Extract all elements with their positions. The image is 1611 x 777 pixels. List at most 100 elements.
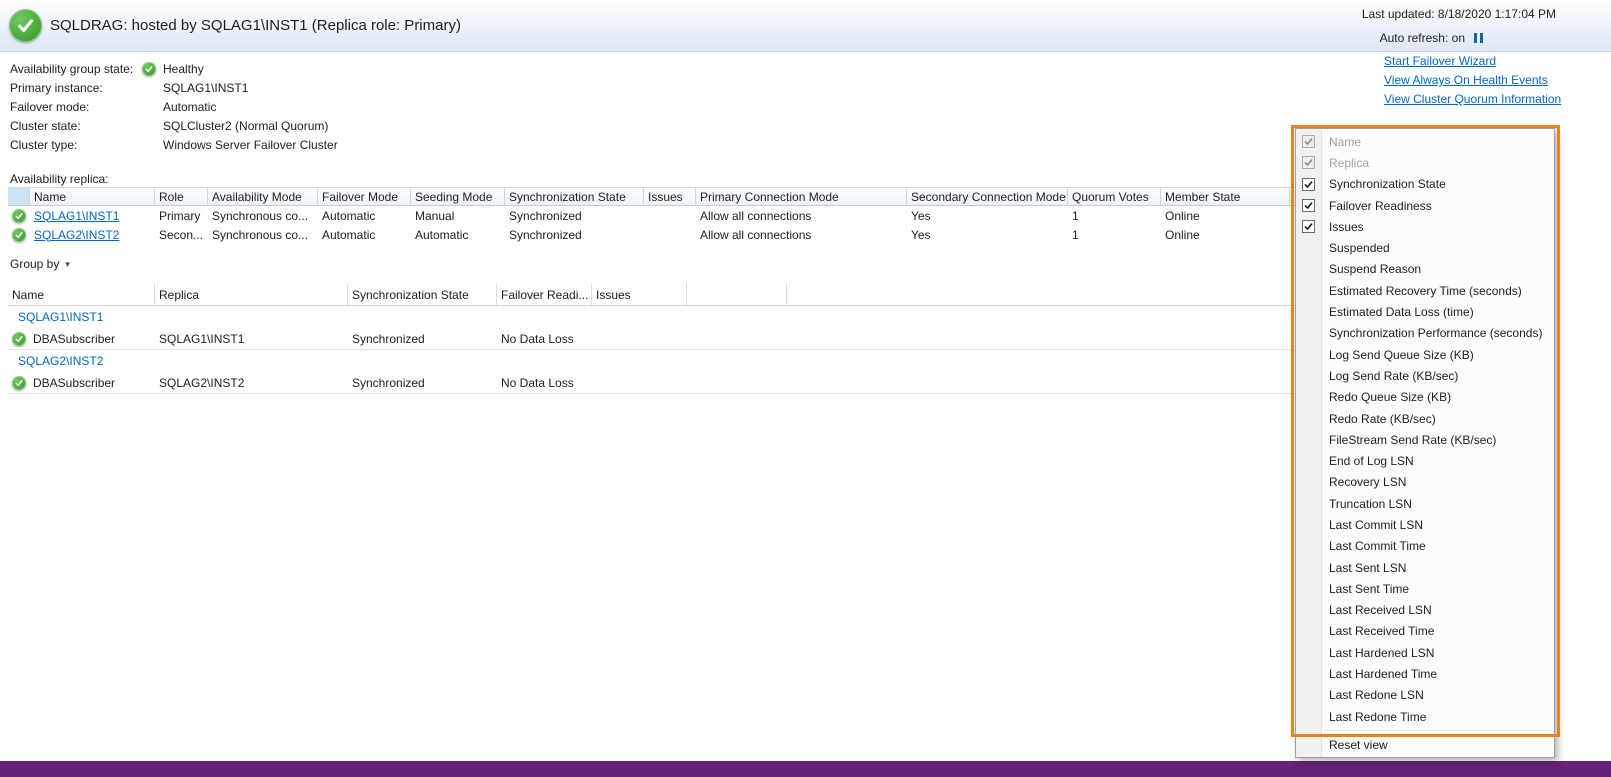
menu-item[interactable]: Truncation LSN <box>1296 493 1554 514</box>
menu-item[interactable]: Synchronization State <box>1296 174 1554 195</box>
table-cell <box>592 372 687 393</box>
menu-item[interactable]: Replica <box>1296 152 1554 173</box>
table-cell: Manual <box>415 208 455 223</box>
replica-row: SQLAG1\INST1 Primary Synchronous co... Auto… <box>8 206 1348 225</box>
menu-item[interactable]: Last Hardened Time <box>1296 663 1554 684</box>
db-table-header-row: Name Replica Synchronization State Failover… <box>8 283 1348 306</box>
pause-icon[interactable] <box>1474 33 1483 43</box>
table-cell <box>687 328 787 349</box>
summary-value: SQLAG1\INST1 <box>163 81 248 95</box>
replica-group-link[interactable]: SQLAG2\INST2 <box>18 354 103 368</box>
column-header[interactable]: Issues <box>592 283 687 305</box>
menu-item-label: Name <box>1329 134 1362 149</box>
menu-item[interactable]: Last Redone Time <box>1296 706 1554 727</box>
replica-name-link[interactable]: SQLAG1\INST1 <box>34 209 119 223</box>
menu-item[interactable]: Redo Rate (KB/sec) <box>1296 408 1554 429</box>
column-header[interactable]: Issues <box>644 188 696 205</box>
menu-item-label: Last Hardened LSN <box>1329 645 1435 660</box>
action-link[interactable]: View Cluster Quorum Information <box>1384 90 1561 109</box>
auto-refresh-label: Auto refresh: on <box>1379 31 1465 45</box>
table-cell: Yes <box>911 208 931 223</box>
menu-item-label: Last Commit Time <box>1329 539 1426 554</box>
menu-item[interactable]: Suspend Reason <box>1296 259 1554 280</box>
action-link[interactable]: View Always On Health Events <box>1384 71 1561 90</box>
column-header[interactable]: Synchronization State <box>505 188 644 205</box>
table-cell: 1 <box>1072 208 1079 223</box>
column-header[interactable]: Failover Readi... <box>497 283 592 305</box>
menu-item[interactable]: Last Hardened LSN <box>1296 642 1554 663</box>
summary-label: Cluster state: <box>10 118 81 133</box>
menu-item-label: Last Sent LSN <box>1329 560 1407 575</box>
checkbox <box>1302 177 1315 191</box>
summary-value: Healthy <box>142 61 204 76</box>
menu-item-label: FileStream Send Rate (KB/sec) <box>1329 432 1497 447</box>
database-name: DBASubscriber <box>33 331 116 346</box>
table-cell: Synchronous co... <box>212 208 309 223</box>
replica-status-cell <box>8 225 30 244</box>
action-link[interactable]: Start Failover Wizard <box>1384 52 1561 71</box>
column-header[interactable]: Seeding Mode <box>411 188 505 205</box>
menu-item[interactable]: Last Sent LSN <box>1296 557 1554 578</box>
menu-item[interactable]: Issues <box>1296 216 1554 237</box>
menu-item-label: Estimated Recovery Time (seconds) <box>1329 283 1522 298</box>
menu-item[interactable]: Name <box>1296 131 1554 152</box>
checkbox-slot <box>1302 135 1315 149</box>
menu-item-label: Redo Rate (KB/sec) <box>1329 411 1436 426</box>
column-header[interactable]: Name <box>30 188 155 205</box>
menu-item-label: Suspended <box>1329 241 1390 256</box>
healthy-check-icon <box>142 61 156 76</box>
menu-item-label: Last Commit LSN <box>1329 517 1424 532</box>
column-header[interactable]: Synchronization State <box>348 283 497 305</box>
menu-item[interactable]: Last Received Time <box>1296 621 1554 642</box>
table-cell: Automatic <box>322 227 376 242</box>
menu-item[interactable]: Recovery LSN <box>1296 472 1554 493</box>
menu-item-label: Recovery LSN <box>1329 475 1407 490</box>
menu-item[interactable]: Last Sent Time <box>1296 578 1554 599</box>
menu-item-label: Last Received Time <box>1329 624 1435 639</box>
menu-item-label: Truncation LSN <box>1329 496 1412 511</box>
replica-table-header-row: Name Role Availability Mode Failover Mode Se… <box>8 187 1348 206</box>
menu-item-label: Issues <box>1329 219 1364 234</box>
group-by-button[interactable]: Group by ▾ <box>10 257 70 271</box>
menu-item[interactable]: Synchronization Performance (seconds) <box>1296 323 1554 344</box>
table-cell <box>644 206 696 225</box>
icon-column-header[interactable] <box>8 188 30 205</box>
replica-group-header: SQLAG1\INST1 <box>8 306 1348 328</box>
reset-view-menu-item[interactable]: Reset view <box>1296 734 1554 755</box>
menu-item[interactable]: Last Commit Time <box>1296 536 1554 557</box>
column-header[interactable]: Quorum Votes <box>1068 188 1161 205</box>
menu-item[interactable]: Last Redone LSN <box>1296 685 1554 706</box>
replica-group-link[interactable]: SQLAG1\INST1 <box>18 310 103 324</box>
column-header[interactable]: Role <box>155 188 208 205</box>
menu-item[interactable]: FileStream Send Rate (KB/sec) <box>1296 429 1554 450</box>
menu-item[interactable]: Redo Queue Size (KB) <box>1296 387 1554 408</box>
table-cell: 1 <box>1072 227 1079 242</box>
summary-row: Cluster state: SQLCluster2 (Normal Quorum… <box>10 116 338 135</box>
table-cell: Automatic <box>415 227 469 242</box>
menu-item[interactable]: Estimated Data Loss (time) <box>1296 301 1554 322</box>
column-header[interactable]: Replica <box>155 283 348 305</box>
menu-item[interactable]: Last Commit LSN <box>1296 514 1554 535</box>
menu-item[interactable]: Last Received LSN <box>1296 600 1554 621</box>
column-header[interactable]: Failover Mode <box>318 188 411 205</box>
chevron-down-icon: ▾ <box>65 258 70 269</box>
summary-value: Windows Server Failover Cluster <box>163 138 338 152</box>
menu-item[interactable]: Estimated Recovery Time (seconds) <box>1296 280 1554 301</box>
healthy-check-icon <box>12 375 26 390</box>
menu-item[interactable]: End of Log LSN <box>1296 450 1554 471</box>
column-header[interactable]: Secondary Connection Mode <box>907 188 1068 205</box>
menu-item-label: Redo Queue Size (KB) <box>1329 390 1452 405</box>
table-cell <box>644 225 696 244</box>
menu-item[interactable]: Suspended <box>1296 237 1554 258</box>
row-filler <box>787 328 1348 349</box>
menu-item[interactable]: Log Send Queue Size (KB) <box>1296 344 1554 365</box>
menu-item[interactable]: Log Send Rate (KB/sec) <box>1296 365 1554 386</box>
column-header[interactable]: Primary Connection Mode <box>696 188 907 205</box>
menu-item[interactable]: Failover Readiness <box>1296 195 1554 216</box>
summary-value-text: Automatic <box>163 99 217 114</box>
column-header[interactable]: Member State <box>1161 188 1290 205</box>
replica-name-link[interactable]: SQLAG2\INST2 <box>34 228 119 242</box>
column-header[interactable]: Name <box>8 283 155 305</box>
healthy-check-icon <box>12 331 26 346</box>
column-header[interactable]: Availability Mode <box>208 188 318 205</box>
